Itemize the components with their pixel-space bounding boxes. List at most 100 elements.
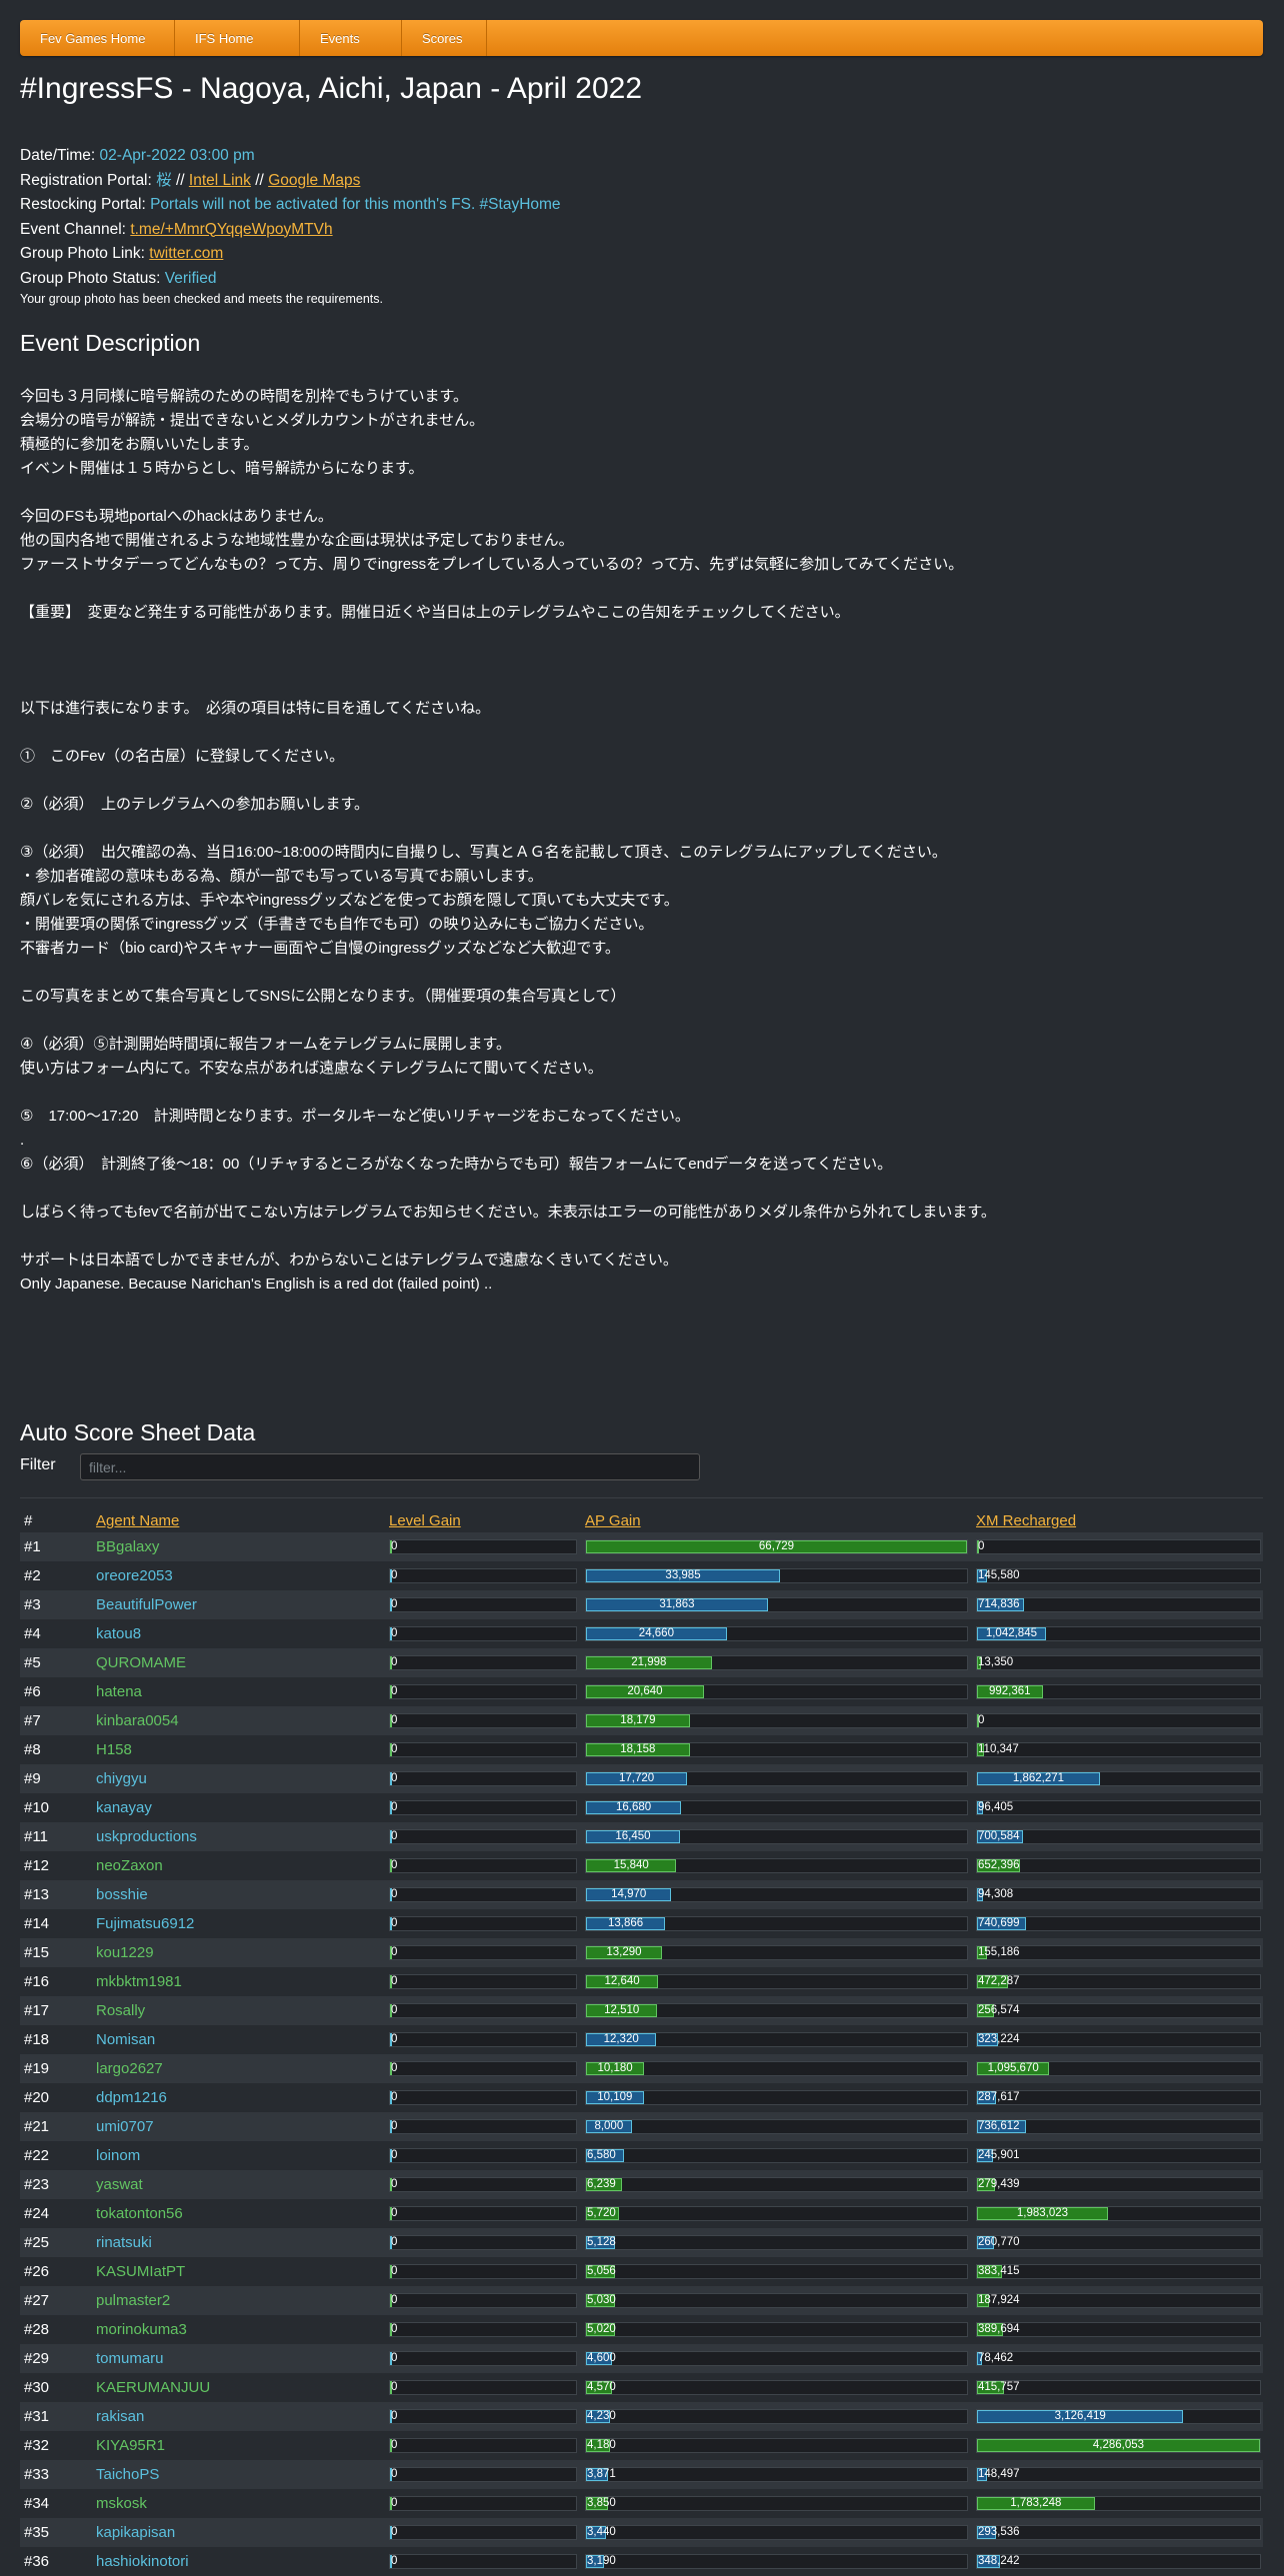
table-row: #15 kou1229 0 13,290 155,186 — [20, 1938, 1263, 1967]
filter-input[interactable] — [80, 1453, 700, 1480]
photo-link[interactable]: twitter.com — [149, 245, 223, 262]
header-xm-recharged[interactable]: XM Recharged — [976, 1512, 1076, 1529]
xm-recharged-value: 0 — [978, 1714, 985, 1726]
level-gain-value: 0 — [391, 2468, 398, 2480]
intel-link[interactable]: Intel Link — [189, 172, 251, 189]
ap-gain-value: 10,109 — [597, 2091, 633, 2103]
agent-name-cell[interactable]: kinbara0054 — [96, 1712, 179, 1729]
xm-recharged-bar: 260,770 — [976, 2235, 1261, 2250]
rank-cell: #16 — [24, 1973, 50, 1990]
level-gain-value: 0 — [391, 2352, 398, 2364]
channel-link[interactable]: t.me/+MmrQYqqeWpoyMTVh — [130, 221, 332, 238]
table-row: #17 Rosally 0 12,510 256,574 — [20, 1996, 1263, 2025]
header-agent-name[interactable]: Agent Name — [96, 1512, 179, 1529]
header-ap-gain[interactable]: AP Gain — [585, 1512, 641, 1529]
xm-recharged-value: 1,042,845 — [985, 1627, 1037, 1639]
agent-name-cell[interactable]: BBgalaxy — [96, 1538, 159, 1555]
agent-name-cell[interactable]: ddpm1216 — [96, 2089, 167, 2106]
ap-gain-value: 3,871 — [587, 2468, 616, 2480]
nav-fev-games-home[interactable]: Fev Games Home — [20, 20, 175, 56]
level-gain-value: 0 — [391, 2062, 398, 2074]
photo-status-row: Group Photo Status: Verified — [20, 267, 561, 292]
header-level-gain[interactable]: Level Gain — [389, 1512, 461, 1529]
agent-name-cell[interactable]: rakisan — [96, 2408, 144, 2425]
agent-name-cell[interactable]: KASUMIatPT — [96, 2263, 185, 2280]
nav-events[interactable]: Events — [300, 20, 402, 56]
agent-name-cell[interactable]: katou8 — [96, 1625, 141, 1642]
table-row: #14 Fujimatsu6912 0 13,866 740,699 — [20, 1909, 1263, 1938]
ap-gain-bar: 5,030 — [585, 2293, 968, 2308]
agent-name-cell[interactable]: mskosk — [96, 2495, 147, 2512]
xm-recharged-value: 383,415 — [978, 2265, 1020, 2277]
xm-recharged-value: 155,186 — [978, 1946, 1020, 1958]
agent-name-cell[interactable]: rinatsuki — [96, 2234, 152, 2251]
xm-recharged-bar: 145,580 — [976, 1568, 1261, 1583]
google-maps-link[interactable]: Google Maps — [268, 172, 360, 189]
agent-name-cell[interactable]: BeautifulPower — [96, 1596, 197, 1613]
agent-name-cell[interactable]: kanayay — [96, 1799, 152, 1816]
agent-name-cell[interactable]: pulmaster2 — [96, 2292, 170, 2309]
agent-name-cell[interactable]: KAERUMANJUU — [96, 2379, 210, 2396]
xm-recharged-bar: 992,361 — [976, 1684, 1261, 1699]
agent-name-cell[interactable]: hashiokinotori — [96, 2553, 189, 2570]
ap-gain-value: 13,290 — [606, 1946, 642, 1958]
agent-name-cell[interactable]: umi0707 — [96, 2118, 154, 2135]
table-row: #11 uskproductions 0 16,450 700,584 — [20, 1822, 1263, 1851]
level-gain-value: 0 — [391, 2178, 398, 2190]
ap-gain-value: 15,840 — [613, 1859, 649, 1871]
channel-row: Event Channel: t.me/+MmrQYqqeWpoyMTVh — [20, 218, 561, 243]
xm-recharged-bar: 245,901 — [976, 2148, 1261, 2163]
score-sheet-heading: Auto Score Sheet Data — [20, 1419, 256, 1445]
agent-name-cell[interactable]: yaswat — [96, 2176, 143, 2193]
table-row: #5 QUROMAME 0 21,998 13,350 — [20, 1648, 1263, 1677]
level-gain-value: 0 — [391, 1569, 398, 1581]
level-gain-bar: 0 — [389, 2351, 577, 2366]
xm-recharged-bar: 383,415 — [976, 2264, 1261, 2279]
xm-recharged-value: 96,405 — [978, 1801, 1014, 1813]
agent-name-cell[interactable]: mkbktm1981 — [96, 1973, 182, 1990]
level-gain-value: 0 — [391, 1830, 398, 1842]
xm-recharged-bar: 700,584 — [976, 1829, 1261, 1844]
agent-name-cell[interactable]: neoZaxon — [96, 1857, 163, 1874]
nav-scores[interactable]: Scores — [402, 20, 487, 56]
agent-name-cell[interactable]: QUROMAME — [96, 1654, 186, 1671]
agent-name-cell[interactable]: chiygyu — [96, 1770, 147, 1787]
agent-name-cell[interactable]: hatena — [96, 1683, 142, 1700]
agent-name-cell[interactable]: morinokuma3 — [96, 2321, 187, 2338]
ap-gain-value: 5,030 — [587, 2294, 616, 2306]
nav-ifs-home[interactable]: IFS Home — [175, 20, 300, 56]
agent-name-cell[interactable]: Fujimatsu6912 — [96, 1915, 194, 1932]
xm-recharged-value: 0 — [978, 1540, 985, 1552]
datetime-value: 02-Apr-2022 03:00 pm — [99, 147, 255, 164]
agent-name-cell[interactable]: Nomisan — [96, 2031, 155, 2048]
level-gain-value: 0 — [391, 1540, 398, 1552]
rank-cell: #11 — [24, 1828, 48, 1845]
agent-name-cell[interactable]: Rosally — [96, 2002, 145, 2019]
agent-name-cell[interactable]: tokatonton56 — [96, 2205, 183, 2222]
agent-name-cell[interactable]: tomumaru — [96, 2350, 164, 2367]
ap-gain-bar: 5,720 — [585, 2206, 968, 2221]
agent-name-cell[interactable]: TaichoPS — [96, 2466, 159, 2483]
agent-name-cell[interactable]: kou1229 — [96, 1944, 154, 1961]
xm-recharged-value: 389,694 — [978, 2323, 1020, 2335]
xm-recharged-value: 94,308 — [978, 1888, 1014, 1900]
agent-name-cell[interactable]: uskproductions — [96, 1828, 197, 1845]
level-gain-bar: 0 — [389, 1655, 577, 1670]
level-gain-bar: 0 — [389, 1539, 577, 1554]
rank-cell: #22 — [24, 2147, 50, 2164]
agent-name-cell[interactable]: H158 — [96, 1741, 132, 1758]
agent-name-cell[interactable]: oreore2053 — [96, 1567, 173, 1584]
table-row: #6 hatena 0 20,640 992,361 — [20, 1677, 1263, 1706]
agent-name-cell[interactable]: loinom — [96, 2147, 140, 2164]
table-row: #25 rinatsuki 0 5,128 260,770 — [20, 2228, 1263, 2257]
level-gain-value: 0 — [391, 2236, 398, 2248]
level-gain-value: 0 — [391, 1743, 398, 1755]
agent-name-cell[interactable]: KIYA95R1 — [96, 2437, 165, 2454]
agent-name-cell[interactable]: largo2627 — [96, 2060, 163, 2077]
ap-gain-bar: 24,660 — [585, 1626, 968, 1641]
agent-name-cell[interactable]: bosshie — [96, 1886, 148, 1903]
xm-recharged-bar: 78,462 — [976, 2351, 1261, 2366]
level-gain-bar: 0 — [389, 2438, 577, 2453]
agent-name-cell[interactable]: kapikapisan — [96, 2524, 175, 2541]
xm-recharged-bar: 652,396 — [976, 1858, 1261, 1873]
